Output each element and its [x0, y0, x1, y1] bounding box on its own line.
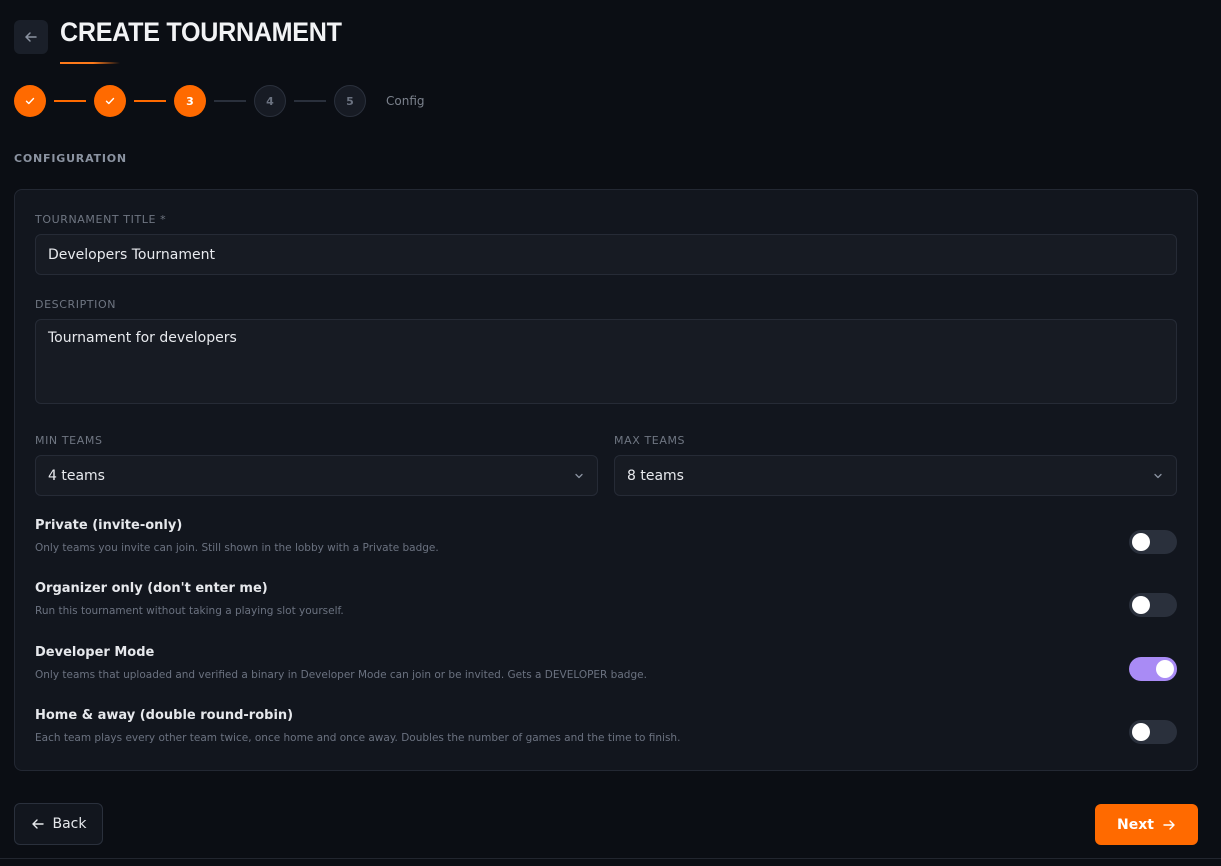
step-1[interactable] — [14, 85, 46, 117]
step-2[interactable] — [94, 85, 126, 117]
toggle-description: Only teams that uploaded and verified a … — [35, 669, 647, 681]
toggle-knob — [1132, 533, 1150, 551]
page-title: CREATE TOURNAMENT — [60, 17, 342, 47]
toggle-title: Organizer only (don't enter me) — [35, 581, 268, 596]
step-3[interactable]: 3 — [174, 85, 206, 117]
step-connector — [54, 100, 86, 102]
create-tournament-page: CREATE TOURNAMENT 3 4 5 Config CONFIGURA… — [0, 0, 1221, 866]
description-field-label: DESCRIPTION — [35, 298, 117, 311]
arrow-right-icon — [1163, 819, 1175, 830]
organizer-only-toggle[interactable] — [1129, 593, 1177, 617]
arrow-left-icon — [25, 32, 37, 42]
check-icon — [105, 97, 115, 105]
max-teams-select[interactable]: 8 teams — [614, 455, 1177, 496]
toggle-row-private: Private (invite-only) Only teams you inv… — [35, 518, 1177, 570]
check-icon — [25, 97, 35, 105]
min-teams-select[interactable]: 4 teams — [35, 455, 598, 496]
chevron-down-icon — [1154, 473, 1162, 478]
toggle-row-home-away: Home & away (double round-robin) Each te… — [35, 708, 1177, 760]
toggle-description: Only teams you invite can join. Still sh… — [35, 542, 439, 554]
header-back-button[interactable] — [14, 20, 48, 54]
stepper: 3 4 5 Config — [14, 85, 425, 117]
configuration-card: TOURNAMENT TITLE * Developers Tournament… — [14, 189, 1198, 771]
toggle-knob — [1132, 596, 1150, 614]
toggle-knob — [1156, 660, 1174, 678]
home-away-toggle[interactable] — [1129, 720, 1177, 744]
step-5[interactable]: 5 — [334, 85, 366, 117]
description-textarea[interactable]: Tournament for developers — [35, 319, 1177, 404]
next-button[interactable]: Next — [1095, 804, 1198, 845]
step-connector — [134, 100, 166, 102]
toggle-row-organizer-only: Organizer only (don't enter me) Run this… — [35, 581, 1177, 633]
toggle-row-developer-mode: Developer Mode Only teams that uploaded … — [35, 645, 1177, 697]
step-connector — [214, 100, 246, 102]
min-teams-label: MIN TEAMS — [35, 434, 103, 447]
step-connector — [294, 100, 326, 102]
description-value: Tournament for developers — [48, 330, 237, 346]
toggle-description: Run this tournament without taking a pla… — [35, 605, 344, 617]
tournament-title-value: Developers Tournament — [48, 246, 215, 263]
private-toggle[interactable] — [1129, 530, 1177, 554]
tournament-title-input[interactable]: Developers Tournament — [35, 234, 1177, 275]
chevron-down-icon — [575, 473, 583, 478]
section-label: CONFIGURATION — [14, 152, 127, 165]
back-button-label: Back — [52, 816, 87, 832]
toggle-title: Home & away (double round-robin) — [35, 708, 294, 723]
max-teams-label: MAX TEAMS — [614, 434, 686, 447]
title-underline — [60, 62, 120, 64]
arrow-left-icon — [31, 819, 44, 829]
toggle-title: Developer Mode — [35, 645, 155, 660]
step-caption: Config — [386, 94, 425, 108]
title-field-label: TOURNAMENT TITLE * — [35, 213, 167, 226]
step-4[interactable]: 4 — [254, 85, 286, 117]
toggle-description: Each team plays every other team twice, … — [35, 732, 681, 744]
max-teams-value: 8 teams — [627, 467, 684, 484]
bottom-divider — [0, 858, 1221, 859]
toggle-knob — [1132, 723, 1150, 741]
toggle-title: Private (invite-only) — [35, 518, 183, 533]
next-button-label: Next — [1117, 816, 1154, 833]
developer-mode-toggle[interactable] — [1129, 657, 1177, 681]
back-button[interactable]: Back — [14, 803, 103, 845]
min-teams-value: 4 teams — [48, 467, 105, 484]
